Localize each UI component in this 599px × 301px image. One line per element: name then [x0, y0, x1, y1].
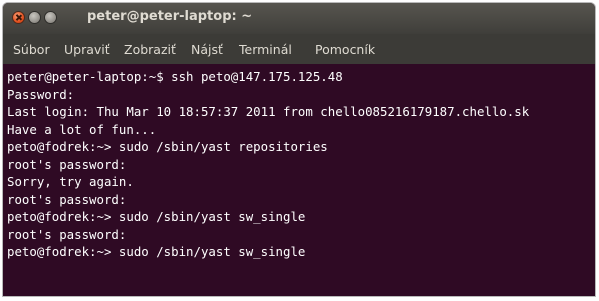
- terminal-line: peter@peter-laptop:~$ ssh peto@147.175.1…: [7, 69, 343, 84]
- terminal-line: root's password:: [7, 191, 127, 207]
- menu-file[interactable]: Súbor: [13, 42, 50, 57]
- terminal-line: root's password:: [7, 156, 127, 172]
- terminal-line: peto@fodrek:~> sudo /sbin/yast sw_single: [7, 209, 306, 224]
- menu-view[interactable]: Zobraziť: [124, 42, 176, 57]
- terminal-line: peto@fodrek:~> sudo /sbin/yast repositor…: [7, 139, 328, 154]
- menu-bar: Súbor Upraviť Zobraziť Nájsť Terminál Po…: [3, 34, 595, 64]
- terminal-area[interactable]: peter@peter-laptop:~$ ssh peto@147.175.1…: [3, 64, 595, 296]
- terminal-line: Last login: Thu Mar 10 18:57:37 2011 fro…: [7, 104, 530, 119]
- menu-terminal[interactable]: Terminál: [239, 42, 292, 57]
- terminal-line: peto@fodrek:~> sudo /sbin/yast sw_single: [7, 244, 306, 259]
- menu-search[interactable]: Nájsť: [191, 42, 223, 57]
- title-bar[interactable]: peter@peter-laptop: ~: [3, 3, 595, 34]
- menu-edit[interactable]: Upraviť: [64, 42, 110, 57]
- terminal-line: Sorry, try again.: [7, 174, 134, 189]
- terminal-line: Have a lot of fun...: [7, 121, 157, 137]
- terminal-window: peter@peter-laptop: ~ Súbor Upraviť Zobr…: [3, 3, 595, 296]
- terminal-line: root's password:: [7, 226, 127, 242]
- terminal-line: Password:: [7, 86, 75, 102]
- close-icon[interactable]: [12, 11, 25, 24]
- menu-help[interactable]: Pomocník: [315, 42, 375, 57]
- minimize-icon[interactable]: [28, 11, 41, 24]
- maximize-icon[interactable]: [44, 11, 57, 24]
- window-title: peter@peter-laptop: ~: [87, 9, 253, 24]
